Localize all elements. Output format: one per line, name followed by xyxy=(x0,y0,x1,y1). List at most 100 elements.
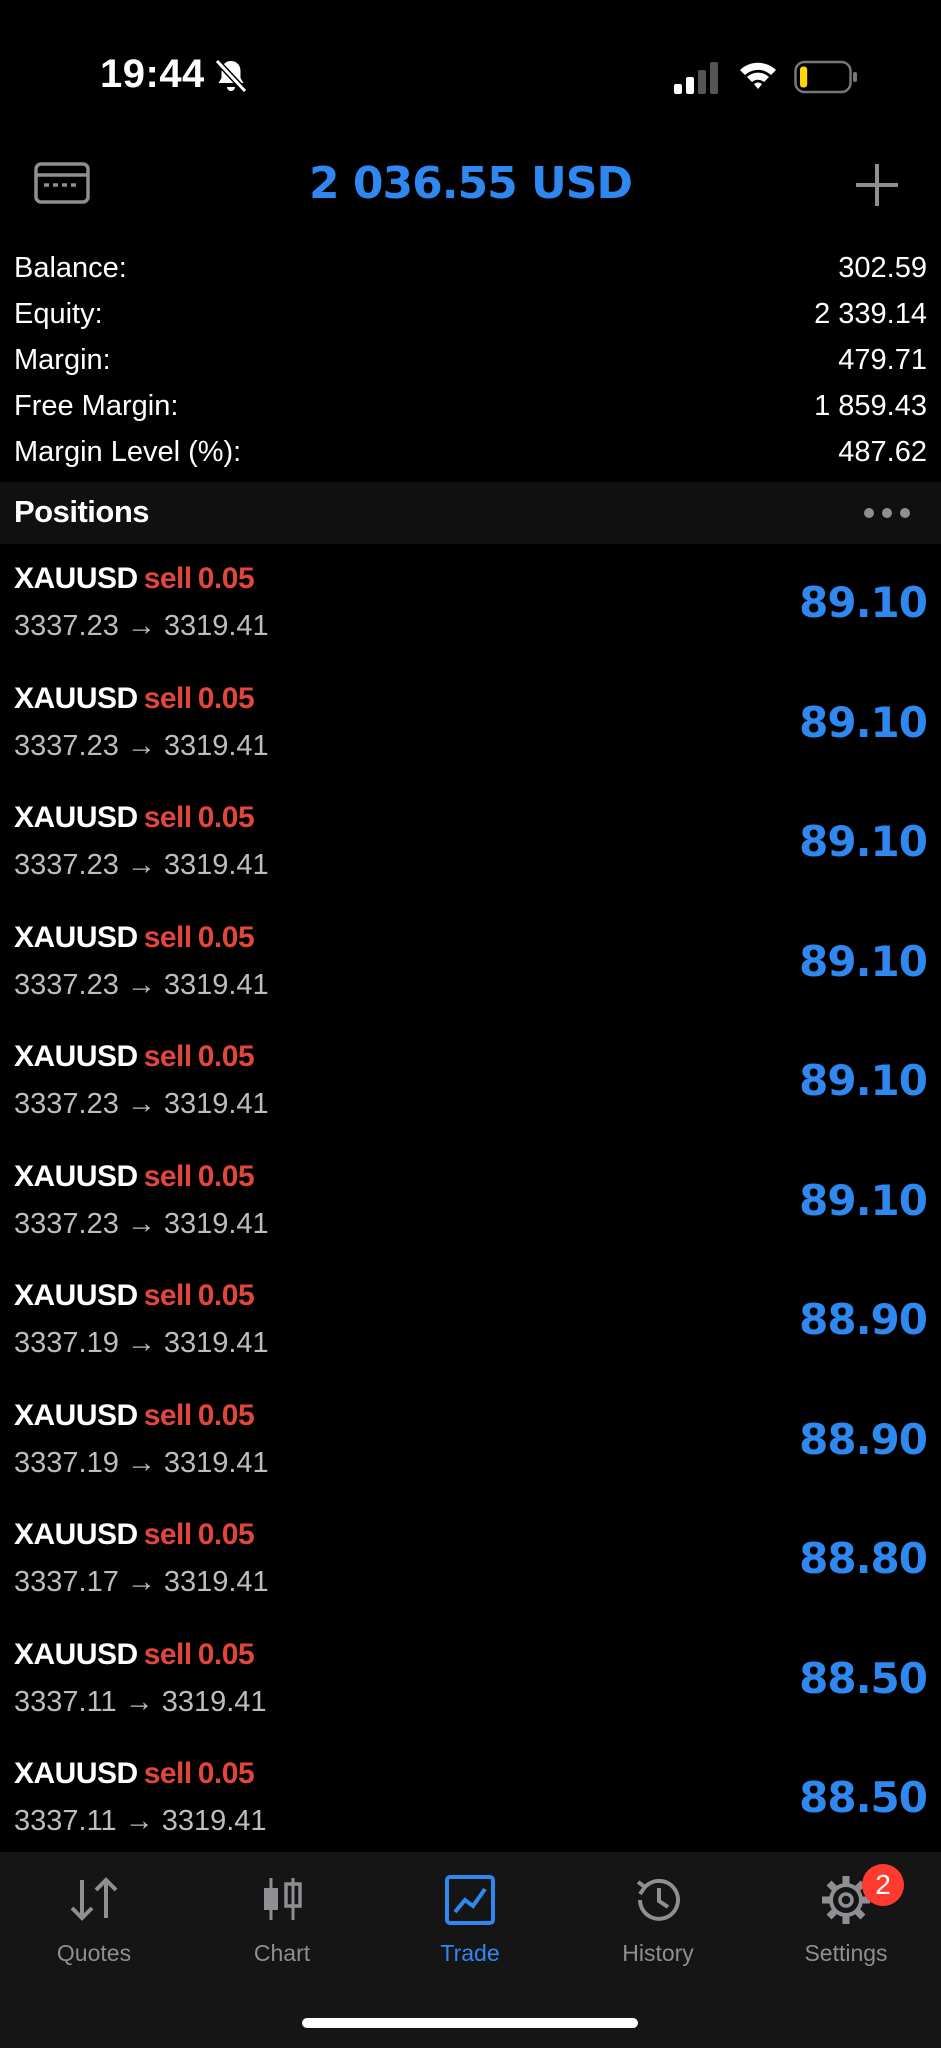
wifi-icon xyxy=(740,62,776,89)
position-side: sell xyxy=(143,801,193,834)
summary-row-balance: Balance: 302.59 xyxy=(14,245,927,291)
more-options-icon[interactable] xyxy=(862,506,912,520)
position-lot: 0.05 xyxy=(197,681,255,715)
account-summary: Balance: 302.59 Equity: 2 339.14 Margin:… xyxy=(14,245,927,475)
position-prices: 3337.23 → 3319.41 xyxy=(14,849,269,882)
position-prices: 3337.23 → 3319.41 xyxy=(14,610,269,643)
position-symbol: XAUUSD xyxy=(14,1757,138,1790)
add-icon[interactable] xyxy=(854,162,900,208)
bell-muted-icon xyxy=(214,58,248,94)
summary-row-equity: Equity: 2 339.14 xyxy=(14,291,927,337)
position-lot: 0.05 xyxy=(197,1279,255,1312)
tab-history[interactable]: History xyxy=(564,1852,752,1982)
summary-value: 479.71 xyxy=(838,343,927,376)
position-title: XAUUSD sell 0.05 xyxy=(14,1398,255,1433)
position-row[interactable]: XAUUSD sell 0.05 3337.11 → 3319.41 88.50 xyxy=(0,1624,941,1744)
position-side: sell xyxy=(143,1279,193,1312)
position-symbol: XAUUSD xyxy=(14,1159,138,1193)
position-open-price: 3337.23 xyxy=(14,729,119,762)
position-row[interactable]: XAUUSD sell 0.05 3337.23 → 3319.41 89.10 xyxy=(0,1026,941,1146)
arrow-right-icon: → xyxy=(126,1207,156,1240)
summary-row-free-margin: Free Margin: 1 859.43 xyxy=(14,383,927,429)
position-current-price: 3319.41 xyxy=(163,968,269,1001)
tab-quotes[interactable]: Quotes xyxy=(0,1852,188,1982)
summary-value: 487.62 xyxy=(838,435,927,468)
quotes-icon xyxy=(70,1877,118,1921)
position-profit: 89.10 xyxy=(799,936,928,986)
position-prices: 3337.19 → 3319.41 xyxy=(14,1447,269,1480)
position-lot: 0.05 xyxy=(197,562,255,595)
position-current-price: 3319.41 xyxy=(163,610,269,642)
position-symbol: XAUUSD xyxy=(14,1040,138,1073)
position-row[interactable]: XAUUSD sell 0.05 3337.23 → 3319.41 89.10 xyxy=(0,1146,941,1266)
position-profit: 88.50 xyxy=(799,1773,928,1822)
position-row[interactable]: XAUUSD sell 0.05 3337.19 → 3319.41 88.90 xyxy=(0,1385,941,1505)
position-current-price: 3319.41 xyxy=(161,1805,267,1837)
summary-value: 2 339.14 xyxy=(814,297,927,330)
cellular-signal-icon xyxy=(674,62,718,94)
position-row[interactable]: XAUUSD sell 0.05 3337.23 → 3319.41 89.10 xyxy=(0,668,941,788)
position-symbol: XAUUSD xyxy=(14,1518,138,1551)
tab-chart[interactable]: Chart xyxy=(188,1852,376,1982)
position-open-price: 3337.11 xyxy=(14,1805,117,1837)
position-symbol: XAUUSD xyxy=(14,1637,138,1671)
position-open-price: 3337.19 xyxy=(14,1446,119,1479)
tab-label: Chart xyxy=(253,1940,311,1966)
tab-settings[interactable]: Settings xyxy=(752,1852,940,1982)
arrow-right-icon: → xyxy=(126,729,156,762)
position-current-price: 3319.41 xyxy=(163,849,269,881)
position-side: sell xyxy=(143,1398,193,1432)
position-row[interactable]: XAUUSD sell 0.05 3337.23 → 3319.41 89.10 xyxy=(0,787,941,907)
position-row[interactable]: XAUUSD sell 0.05 3337.23 → 3319.41 89.10 xyxy=(0,907,941,1027)
arrow-right-icon: → xyxy=(126,849,156,881)
position-profit: 89.10 xyxy=(799,1056,928,1105)
position-prices: 3337.23 → 3319.41 xyxy=(14,1088,269,1121)
position-title: XAUUSD sell 0.05 xyxy=(14,1279,255,1313)
position-lot: 0.05 xyxy=(197,1518,255,1551)
position-lot: 0.05 xyxy=(197,1757,255,1790)
summary-label: Equity: xyxy=(14,297,103,330)
summary-value: 1 859.43 xyxy=(814,389,927,422)
position-profit: 88.90 xyxy=(799,1414,928,1464)
position-open-price: 3337.23 xyxy=(14,610,119,642)
position-prices: 3337.17 → 3319.41 xyxy=(14,1566,269,1599)
position-prices: 3337.11 → 3319.41 xyxy=(14,1686,267,1719)
position-row[interactable]: XAUUSD sell 0.05 3337.11 → 3319.41 88.50 xyxy=(0,1743,941,1863)
position-lot: 0.05 xyxy=(197,1398,255,1432)
position-side: sell xyxy=(143,1518,193,1551)
position-current-price: 3319.41 xyxy=(163,1088,269,1120)
positions-list: XAUUSD sell 0.05 3337.23 → 3319.41 89.10 XAU… xyxy=(0,548,941,1863)
position-symbol: XAUUSD xyxy=(14,801,138,834)
position-side: sell xyxy=(143,1757,193,1790)
position-title: XAUUSD sell 0.05 xyxy=(14,562,255,596)
position-profit: 88.50 xyxy=(799,1653,928,1703)
tab-trade[interactable]: Trade xyxy=(376,1852,564,1982)
position-side: sell xyxy=(143,1159,193,1193)
position-open-price: 3337.23 xyxy=(14,1207,119,1240)
position-row[interactable]: XAUUSD sell 0.05 3337.19 → 3319.41 88.90 xyxy=(0,1265,941,1385)
position-current-price: 3319.41 xyxy=(163,1207,269,1240)
position-profit: 89.10 xyxy=(799,1175,928,1225)
home-indicator[interactable] xyxy=(302,2018,638,2028)
position-profit: 89.10 xyxy=(799,578,928,627)
position-lot: 0.05 xyxy=(197,1159,255,1193)
position-current-price: 3319.41 xyxy=(163,729,269,762)
position-open-price: 3337.23 xyxy=(14,1088,119,1120)
position-row[interactable]: XAUUSD sell 0.05 3337.17 → 3319.41 88.80 xyxy=(0,1504,941,1624)
history-icon xyxy=(636,1878,680,1921)
status-bar: 19:44 xyxy=(0,0,941,150)
battery-low-icon xyxy=(794,60,857,94)
chart-icon xyxy=(264,1878,302,1920)
position-lot: 0.05 xyxy=(197,801,255,834)
position-profit: 89.10 xyxy=(799,697,928,747)
position-lot: 0.05 xyxy=(197,920,255,954)
position-title: XAUUSD sell 0.05 xyxy=(14,681,255,716)
position-lot: 0.05 xyxy=(197,1040,255,1073)
status-time: 19:44 xyxy=(100,52,205,96)
tab-label: Trade xyxy=(440,1940,500,1966)
position-prices: 3337.23 → 3319.41 xyxy=(14,1208,269,1241)
position-open-price: 3337.11 xyxy=(14,1685,117,1718)
position-row[interactable]: XAUUSD sell 0.05 3337.23 → 3319.41 89.10 xyxy=(0,548,941,668)
position-side: sell xyxy=(143,1040,193,1073)
position-side: sell xyxy=(143,681,193,715)
